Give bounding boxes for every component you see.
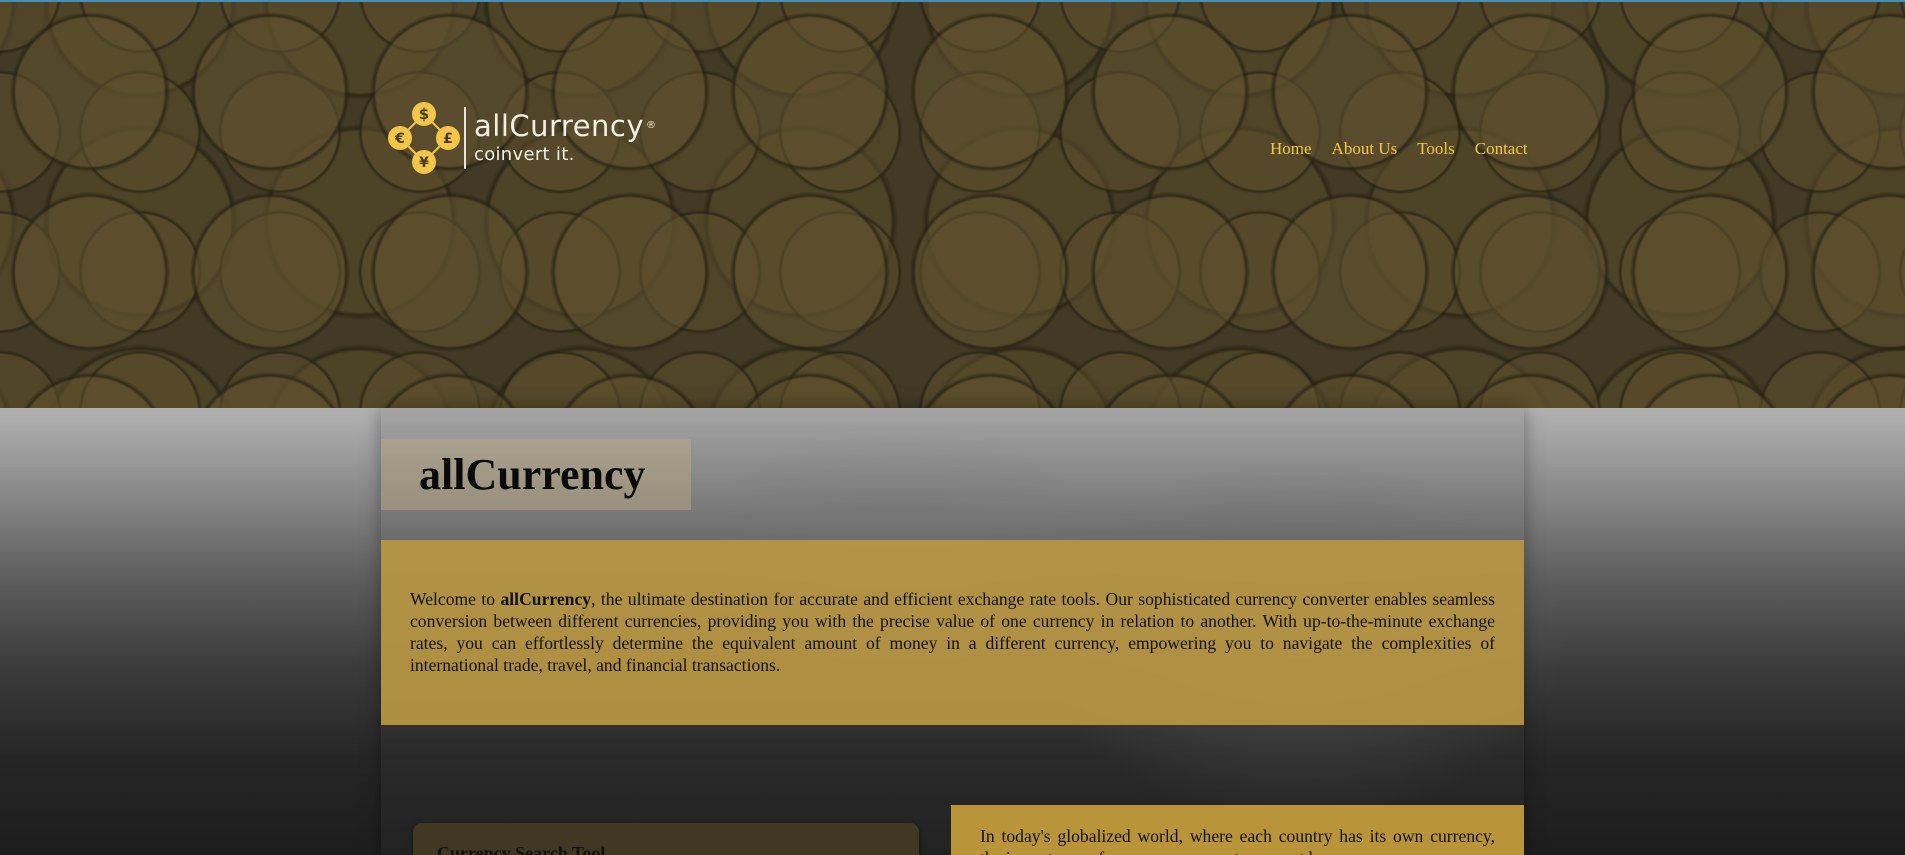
main-nav: Home About Us Tools Contact — [1270, 139, 1528, 159]
nav-contact-link[interactable]: Contact — [1475, 139, 1528, 159]
nav-about-us-link[interactable]: About Us — [1332, 139, 1398, 159]
intro-section: Welcome to allCurrency, the ultimate des… — [381, 540, 1524, 725]
intro-paragraph: Welcome to allCurrency, the ultimate des… — [410, 588, 1495, 676]
site-logo[interactable]: $ € £ ¥ allCurrency ® coinvert it. — [386, 100, 676, 176]
logo-tagline: coinvert it. — [474, 144, 575, 165]
nav-tools-link[interactable]: Tools — [1417, 139, 1455, 159]
intro-brand: allCurrency — [500, 589, 592, 609]
side-paragraph: In today's globalized world, where each … — [980, 826, 1495, 855]
hero-header: $ € £ ¥ allCurrency ® coinvert it. Home A… — [0, 2, 1905, 408]
logo-brand-name: allCurrency — [474, 109, 645, 143]
page-title-box: allCurrency — [381, 439, 691, 510]
registered-mark: ® — [646, 120, 657, 131]
tool-card-title: Currency Search Tool — [437, 843, 606, 855]
nav-home-link[interactable]: Home — [1270, 139, 1312, 159]
currency-search-tool-card[interactable]: Currency Search Tool — [413, 823, 919, 855]
logo-symbol-pound: £ — [443, 131, 453, 147]
logo-symbol-yen: ¥ — [419, 155, 429, 171]
logo-symbol-dollar: $ — [419, 105, 429, 123]
page-title: allCurrency — [419, 450, 646, 499]
intro-prefix: Welcome to — [410, 589, 501, 609]
logo-divider — [464, 107, 466, 169]
logo-wordmark: allCurrency ® coinvert it. — [474, 109, 657, 167]
logo-symbol-euro: € — [394, 131, 405, 147]
currency-coins-logo-icon: $ € £ ¥ — [386, 100, 462, 176]
globalized-world-section: In today's globalized world, where each … — [951, 805, 1524, 855]
